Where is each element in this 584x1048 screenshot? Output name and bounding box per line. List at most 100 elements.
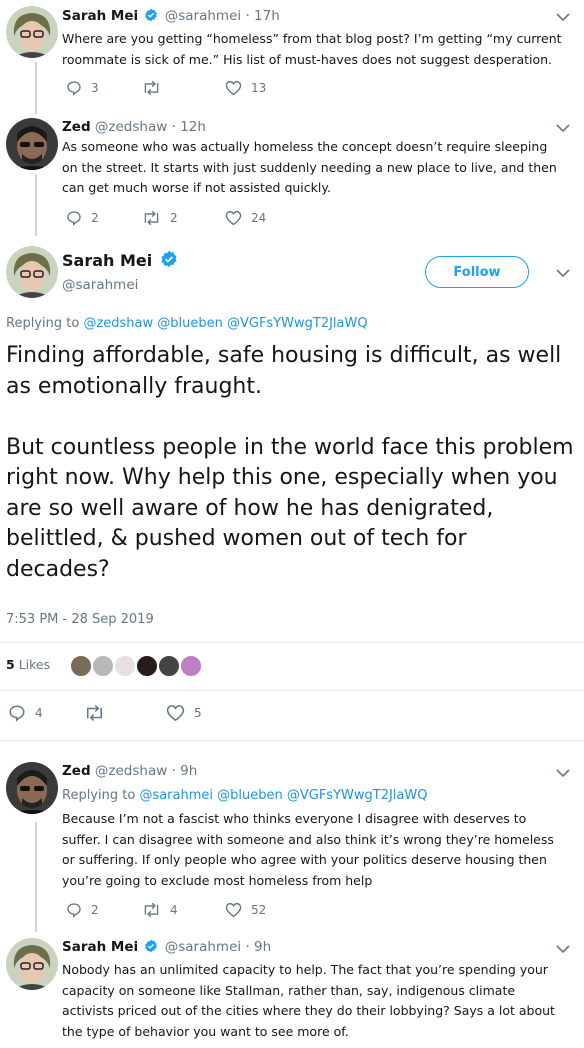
retweet-icon [144,902,159,918]
author-handle[interactable]: @zedshaw [95,119,167,135]
liker-avatar[interactable] [136,655,158,677]
chevron-down-icon[interactable] [556,12,570,22]
reply-count: 2 [91,211,99,225]
likes-number: 5 [6,657,15,672]
main-tweet-text: Finding affordable, safe housing is diff… [6,341,576,616]
reply-count: 3 [91,81,99,95]
chevron-down-icon[interactable] [556,123,570,133]
separator-dot: · [245,8,250,24]
author-name-text: Sarah Mei [62,251,153,270]
retweet-icon [144,210,159,226]
tweet-sarahmei-1[interactable]: Sarah Mei @sarahmei · 17h Where are you … [0,0,584,108]
like-icon [166,705,185,722]
tweet-time[interactable]: 9h [254,939,271,955]
tweet-text: Where are you getting “homeless” from th… [62,31,562,67]
retweet-count: 4 [170,903,178,917]
tweet-actions: 3 13 [62,80,362,100]
tweet-time[interactable]: 17h [254,8,280,24]
separator-dot: · [171,119,176,135]
reply-icon [67,903,81,918]
tweet-zedshaw-2[interactable]: Zed @zedshaw · 9h Replying to @sarahmei … [0,760,584,930]
author-handle[interactable]: @sarahmei [165,939,241,955]
tweet-zedshaw-1[interactable]: Zed @zedshaw · 12h As someone who was ac… [0,112,584,236]
divider [0,740,584,741]
replying-to-label: Replying to [6,316,80,331]
author-name[interactable]: Sarah Mei [62,250,180,272]
divider [0,642,584,643]
like-icon [225,902,242,918]
avatar[interactable] [6,938,58,990]
likes-word: Likes [18,657,51,672]
reply-icon [67,81,81,96]
avatar[interactable] [6,246,58,298]
author-handle[interactable]: @zedshaw [95,763,167,779]
liker-avatar[interactable] [158,655,180,677]
like-count: 24 [251,211,267,225]
verified-badge-icon [160,250,178,272]
tweet-time[interactable]: 12h [180,119,206,135]
replying-to: Replying to @zedshaw @blueben @VGFsYWwgT… [6,316,368,331]
reply-count: 4 [35,706,43,720]
reply-count: 2 [91,903,99,917]
like-button[interactable]: 52 [225,902,266,918]
tweet-actions: 4 5 [6,704,306,724]
verified-badge-icon [144,8,158,26]
liker-avatar[interactable] [70,655,92,677]
chevron-down-icon[interactable] [556,768,570,778]
liker-avatar[interactable] [92,655,114,677]
avatar[interactable] [6,118,58,170]
like-button[interactable]: 24 [225,210,266,226]
tweet-paragraph: But countless people in the world face t… [6,434,574,582]
replying-to-mentions[interactable]: @sarahmei @blueben @VGFsYWwgT2JlaWQ [139,788,427,803]
like-button[interactable]: 13 [225,80,266,96]
reply-icon [9,705,25,722]
like-icon [225,210,242,226]
author-name[interactable]: Zed [62,763,91,779]
liker-avatar[interactable] [180,655,202,677]
like-count: 5 [194,706,202,720]
tweet-time[interactable]: 9h [180,763,197,779]
tweet-text: As someone who was actually homeless the… [62,139,557,195]
tweet-text: Because I’m not a fascist who thinks eve… [62,811,554,888]
reply-button[interactable]: 2 [66,210,99,226]
retweet-icon [87,704,102,722]
author-handle[interactable]: @sarahmei [165,8,241,24]
like-count: 52 [251,903,267,917]
avatar[interactable] [6,762,58,814]
liker-avatar[interactable] [114,655,136,677]
chevron-down-icon[interactable] [556,944,570,954]
chevron-down-icon[interactable] [556,268,570,278]
reply-button[interactable]: 3 [66,80,99,96]
retweet-button[interactable]: 4 [142,902,178,918]
retweet-button[interactable] [142,80,170,96]
tweet-paragraph: Finding affordable, safe housing is diff… [6,343,562,399]
replying-to-mentions[interactable]: @zedshaw @blueben @VGFsYWwgT2JlaWQ [83,316,367,331]
like-button[interactable]: 5 [166,704,202,722]
like-count: 13 [251,81,267,95]
tweet-actions: 2 4 52 [62,902,362,922]
tweet-actions: 2 2 24 [62,210,362,230]
author-name[interactable]: Sarah Mei [62,939,138,955]
divider [0,690,584,691]
retweet-count: 2 [170,211,178,225]
author-name[interactable]: Zed [62,119,91,135]
avatar[interactable] [6,6,58,58]
follow-button[interactable]: Follow [425,256,529,288]
verified-badge-icon [144,939,158,957]
replying-to: Replying to @sarahmei @blueben @VGFsYWwg… [62,788,427,803]
tweet-sarahmei-2[interactable]: Sarah Mei @sarahmei · 9h Nobody has an u… [0,936,584,1048]
author-name[interactable]: Sarah Mei [62,8,138,24]
likes-summary[interactable]: 5 Likes [6,657,50,672]
separator-dot: · [171,763,176,779]
replying-to-label: Replying to [62,788,136,803]
retweet-button[interactable] [84,704,114,722]
author-handle[interactable]: @sarahmei [62,277,138,293]
tweet-text: Nobody has an unlimited capacity to help… [62,962,555,1039]
retweet-icon [144,80,159,96]
tweet-timestamp[interactable]: 7:53 PM - 28 Sep 2019 [6,612,154,627]
separator-dot: · [245,939,250,955]
retweet-button[interactable]: 2 [142,210,178,226]
reply-button[interactable]: 2 [66,902,99,918]
reply-button[interactable]: 4 [8,704,43,722]
reply-icon [67,211,81,226]
